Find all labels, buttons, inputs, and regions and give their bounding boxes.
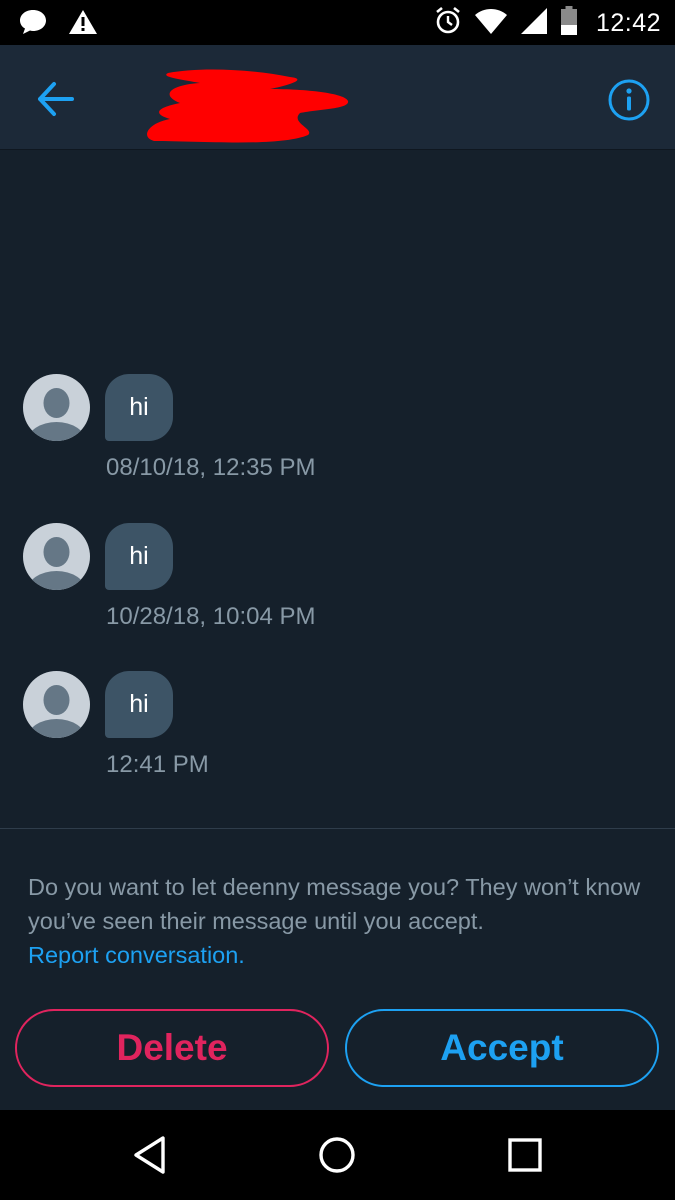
message-bubble[interactable]: hi xyxy=(105,671,173,738)
default-avatar-icon xyxy=(27,685,86,738)
navigation-bar xyxy=(0,1110,675,1200)
alarm-icon xyxy=(434,6,462,41)
message-request-prompt: Do you want to let deenny message you? T… xyxy=(28,870,648,972)
default-avatar-icon xyxy=(27,388,86,441)
avatar[interactable] xyxy=(23,523,90,590)
divider xyxy=(0,828,675,829)
message-request-text: Do you want to let deenny message you? T… xyxy=(28,874,641,934)
message-item: hi 08/10/18, 12:35 PM xyxy=(0,374,675,494)
avatar[interactable] xyxy=(23,374,90,441)
nav-back-button[interactable] xyxy=(127,1132,173,1178)
message-timestamp: 12:41 PM xyxy=(106,751,209,778)
screen: 12:42 hi 08/10/18, 12:35 PM hi 10/28/18,… xyxy=(0,0,675,1200)
status-bar: 12:42 xyxy=(0,0,675,45)
message-list[interactable]: hi 08/10/18, 12:35 PM hi 10/28/18, 10:04… xyxy=(0,150,675,828)
status-time: 12:42 xyxy=(595,9,661,37)
warning-icon xyxy=(68,8,98,41)
avatar[interactable] xyxy=(23,671,90,738)
default-avatar-icon xyxy=(27,537,86,590)
battery-icon xyxy=(560,6,578,41)
info-icon xyxy=(608,79,650,121)
recents-square-icon xyxy=(508,1138,542,1172)
message-item: hi 10/28/18, 10:04 PM xyxy=(0,523,675,643)
chat-bubble-icon xyxy=(18,8,48,41)
arrow-left-icon xyxy=(38,82,74,116)
redacted-username xyxy=(140,63,354,145)
back-triangle-icon xyxy=(134,1136,165,1174)
message-timestamp: 08/10/18, 12:35 PM xyxy=(106,454,316,481)
cellular-signal-icon xyxy=(520,7,548,40)
home-circle-icon xyxy=(319,1137,355,1173)
nav-recents-button[interactable] xyxy=(502,1132,548,1178)
message-item: hi 12:41 PM xyxy=(0,671,675,791)
message-timestamp: 10/28/18, 10:04 PM xyxy=(106,603,316,630)
delete-button[interactable]: Delete xyxy=(15,1009,329,1087)
accept-button[interactable]: Accept xyxy=(345,1009,659,1087)
conversation-header xyxy=(0,45,675,150)
report-conversation-link[interactable]: Report conversation. xyxy=(28,938,648,972)
message-bubble[interactable]: hi xyxy=(105,374,173,441)
wifi-icon xyxy=(474,7,508,40)
info-button[interactable] xyxy=(606,77,652,123)
back-button[interactable] xyxy=(32,75,80,123)
nav-home-button[interactable] xyxy=(314,1132,360,1178)
message-bubble[interactable]: hi xyxy=(105,523,173,590)
